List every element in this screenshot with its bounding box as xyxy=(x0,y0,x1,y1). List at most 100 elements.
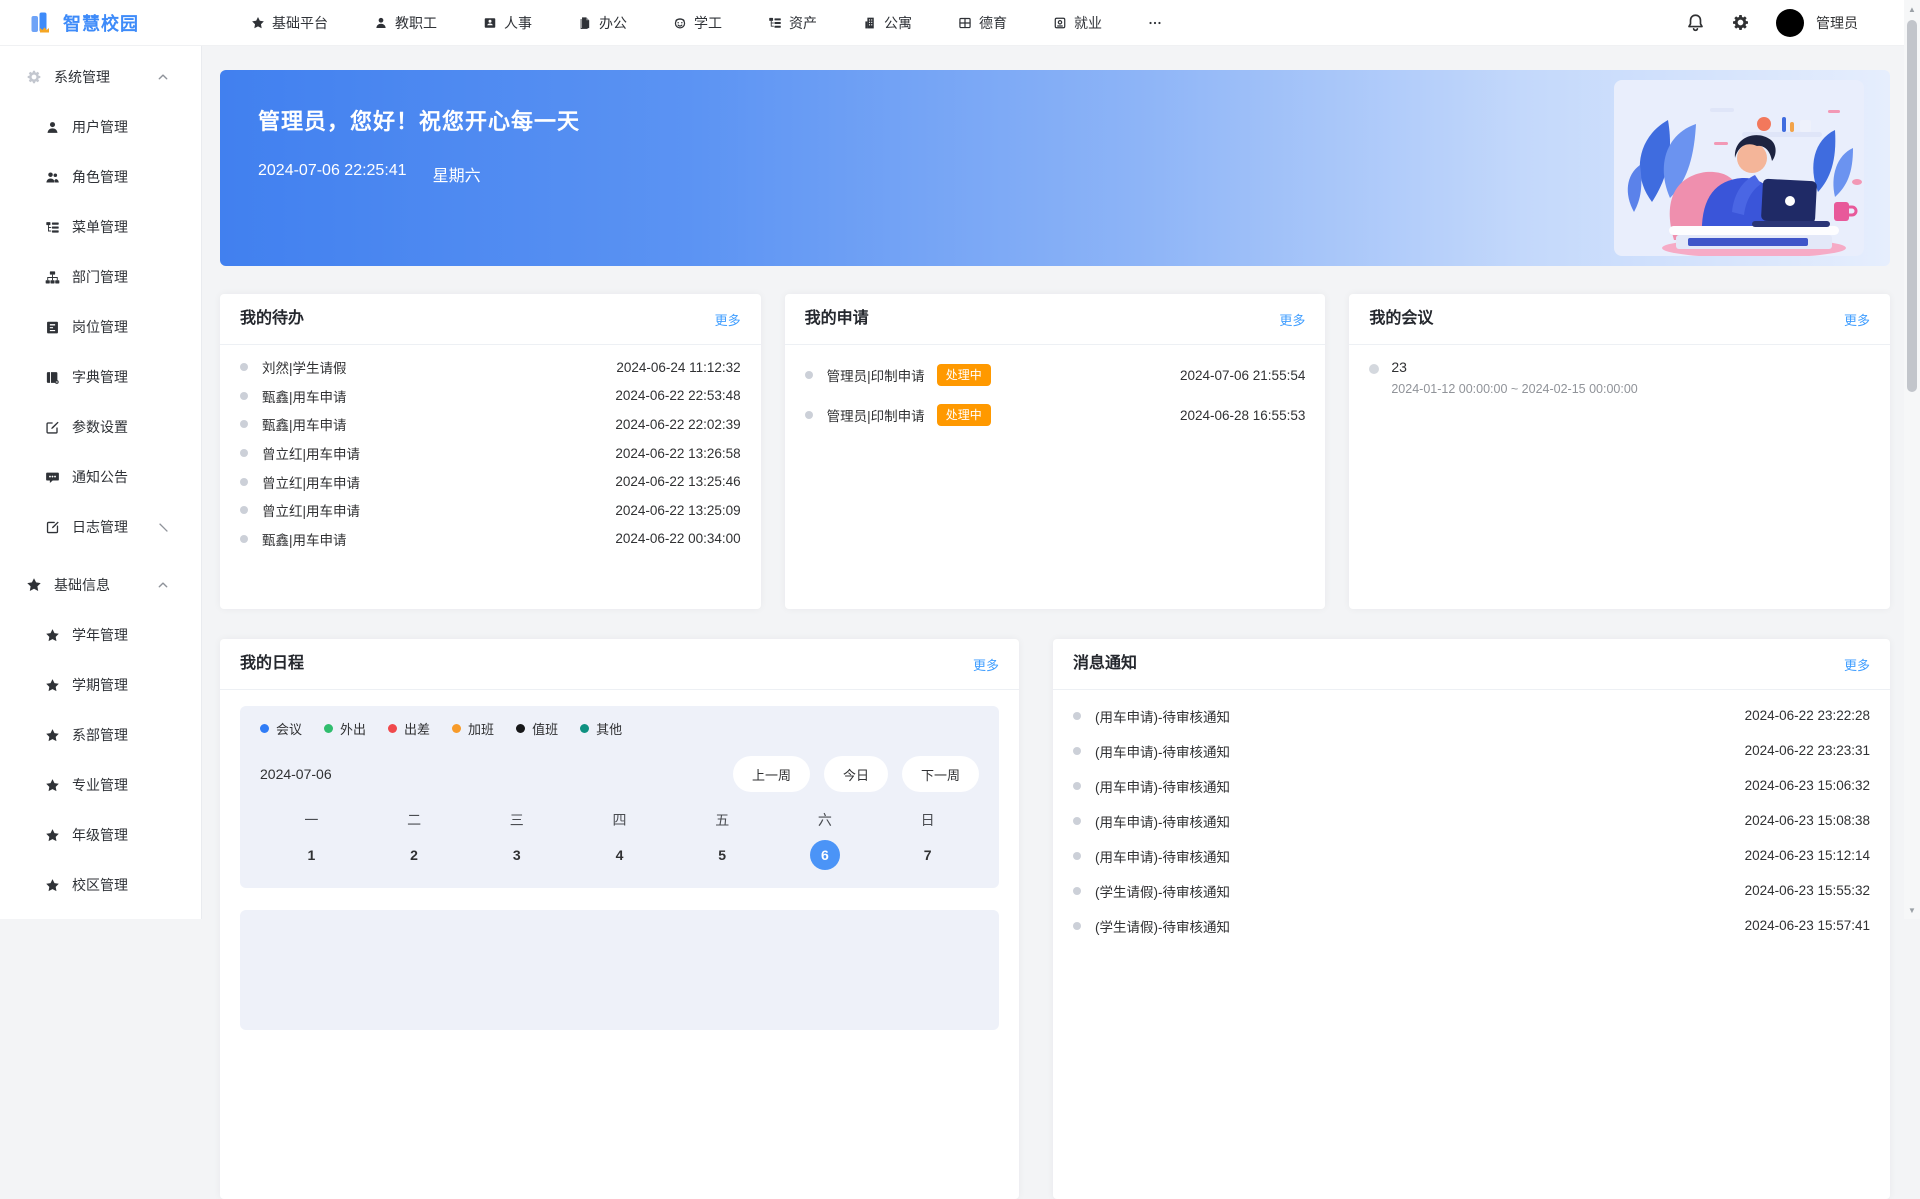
nav-item-公寓[interactable]: 公寓 xyxy=(840,0,935,46)
calendar-day[interactable]: 7 xyxy=(876,840,979,870)
nav-item-label: 人事 xyxy=(504,13,532,33)
username-label[interactable]: 管理员 xyxy=(1816,13,1858,33)
legend-item-会议: 会议 xyxy=(260,719,302,738)
apply-row[interactable]: 管理员|印制申请处理中2024-07-06 21:55:54 xyxy=(805,355,1306,395)
sidebar-item-通知公告[interactable]: 通知公告 xyxy=(0,452,201,502)
todo-row[interactable]: 甄鑫|用车申请 2024-06-22 22:02:39 xyxy=(240,410,741,439)
nav-item-德育[interactable]: 德育 xyxy=(935,0,1030,46)
sidebar-item-专业管理[interactable]: 专业管理 xyxy=(0,760,201,810)
nav-item-学工[interactable]: 学工 xyxy=(650,0,745,46)
sidebar-item-学年管理[interactable]: 学年管理 xyxy=(0,610,201,660)
todo-row[interactable]: 刘然|学生请假2024-06-24 11:12:32 xyxy=(240,353,741,382)
message-row[interactable]: (用车申请)-待审核通知2024-06-22 23:22:28 xyxy=(1073,698,1870,733)
message-time: 2024-06-23 15:55:32 xyxy=(1745,883,1870,898)
calendar-day[interactable]: 2 xyxy=(363,840,466,870)
sidebar-item-系部管理[interactable]: 系部管理 xyxy=(0,710,201,760)
star-icon xyxy=(45,878,60,893)
list-dot xyxy=(1369,364,1379,374)
nav-item-资产[interactable]: 资产 xyxy=(745,0,840,46)
todo-row[interactable]: 曾立红|用车申请2024-06-22 13:25:46 xyxy=(240,467,741,496)
nav-item-label: 学工 xyxy=(694,13,722,33)
list-dot xyxy=(1073,817,1081,825)
todo-row[interactable]: 甄鑫|用车申请2024-06-22 00:34:00 xyxy=(240,525,741,554)
sidebar-section-基础信息[interactable]: 基础信息 xyxy=(0,560,201,610)
calendar-day-active[interactable]: 6 xyxy=(774,840,877,870)
todo-time: 2024-06-22 00:34:00 xyxy=(615,531,740,546)
schedule-detail-panel xyxy=(240,910,999,1030)
sidebar-item-字典管理[interactable]: 字典管理 xyxy=(0,352,201,402)
calendar-day[interactable]: 3 xyxy=(465,840,568,870)
sidebar-item-角色管理[interactable]: 角色管理 xyxy=(0,152,201,202)
sidebar-item-部门管理[interactable]: 部门管理 xyxy=(0,252,201,302)
apply-card: 我的申请 更多 管理员|印制申请处理中2024-07-06 21:55:54管理… xyxy=(785,294,1326,609)
app-logo[interactable]: 智慧校园 xyxy=(28,10,198,36)
message-row[interactable]: (学生请假)-待审核通知 2024-06-23 15:55:32 xyxy=(1073,873,1870,908)
message-text: (用车申请)-待审核通知 xyxy=(1095,776,1230,796)
todo-row[interactable]: 曾立红|用车申请2024-06-22 13:25:09 xyxy=(240,496,741,525)
sidebar-item-年级管理[interactable]: 年级管理 xyxy=(0,810,201,860)
todo-row[interactable]: 甄鑫|用车申请2024-06-22 22:53:48 xyxy=(240,382,741,411)
message-row[interactable]: (学生请假)-待审核通知2024-06-23 15:57:41 xyxy=(1073,908,1870,943)
apply-more-link[interactable]: 更多 xyxy=(1279,310,1305,329)
nav-item-就业[interactable]: 就业 xyxy=(1030,0,1125,46)
message-row[interactable]: (用车申请)-待审核通知2024-06-23 15:06:32 xyxy=(1073,768,1870,803)
sidebar-item-参数设置[interactable]: 参数设置 xyxy=(0,402,201,452)
message-row[interactable]: (用车申请)-待审核通知2024-06-22 23:23:31 xyxy=(1073,733,1870,768)
sidebar-item-学期管理[interactable]: 学期管理 xyxy=(0,660,201,710)
meeting-row[interactable]: 232024-01-12 00:00:00 ~ 2024-02-15 00:00… xyxy=(1369,359,1870,396)
sidebar-item-label: 系部管理 xyxy=(72,725,128,745)
sidebar-item-菜单管理[interactable]: 菜单管理 xyxy=(0,202,201,252)
calendar-button-下一周[interactable]: 下一周 xyxy=(902,756,979,792)
calendar-weekday: 四 xyxy=(568,810,671,830)
list-dot xyxy=(240,420,248,428)
notification-bell-icon[interactable] xyxy=(1686,13,1705,32)
star-icon xyxy=(45,628,60,643)
scrollbar-down-arrow[interactable]: ▼ xyxy=(1904,903,1920,917)
scrollbar-thumb[interactable] xyxy=(1907,20,1917,392)
list-dot xyxy=(240,478,248,486)
todo-time: 2024-06-22 13:25:09 xyxy=(615,503,740,518)
user-avatar[interactable] xyxy=(1776,9,1804,37)
sidebar-item-岗位管理[interactable]: 岗位管理 xyxy=(0,302,201,352)
sidebar-item-日志管理[interactable]: 日志管理 xyxy=(0,502,201,552)
todo-more-link[interactable]: 更多 xyxy=(715,310,741,329)
message-text: (学生请假)-待审核通知 xyxy=(1095,881,1230,901)
calendar-button-今日[interactable]: 今日 xyxy=(824,756,888,792)
calendar-day[interactable]: 1 xyxy=(260,840,363,870)
legend-dot xyxy=(260,724,269,733)
schedule-more-link[interactable]: 更多 xyxy=(973,655,999,674)
message-row[interactable]: (用车申请)-待审核通知2024-06-23 15:08:38 xyxy=(1073,803,1870,838)
nav-item-more[interactable] xyxy=(1125,0,1185,46)
welcome-banner: 管理员，您好！祝您开心每一天 2024-07-06 22:25:41 星期六 xyxy=(220,70,1890,266)
todo-row[interactable]: 曾立红|用车申请2024-06-22 13:26:58 xyxy=(240,439,741,468)
calendar-day[interactable]: 5 xyxy=(671,840,774,870)
nav-item-办公[interactable]: 办公 xyxy=(555,0,650,46)
apply-row[interactable]: 管理员|印制申请处理中2024-06-28 16:55:53 xyxy=(805,395,1306,435)
calendar-day[interactable]: 4 xyxy=(568,840,671,870)
todo-time: 2024-06-22 22:02:39 xyxy=(615,417,740,432)
settings-gear-icon[interactable] xyxy=(1731,13,1750,32)
nav-item-人事[interactable]: 人事 xyxy=(460,0,555,46)
meeting-more-link[interactable]: 更多 xyxy=(1844,310,1870,329)
sidebar-section-系统管理[interactable]: 系统管理 xyxy=(0,52,201,102)
sidebar-item-校区管理[interactable]: 校区管理 xyxy=(0,860,201,910)
message-time: 2024-06-22 23:22:28 xyxy=(1745,708,1870,723)
scrollbar-up-arrow[interactable]: ▲ xyxy=(1904,2,1920,16)
nav-item-label: 德育 xyxy=(979,13,1007,33)
sidebar-section-label: 系统管理 xyxy=(54,67,110,87)
message-more-link[interactable]: 更多 xyxy=(1844,655,1870,674)
legend-item-其他: 其他 xyxy=(580,719,622,738)
sidebar-item-用户管理[interactable]: 用户管理 xyxy=(0,102,201,152)
sidebar-item-label: 学年管理 xyxy=(72,625,128,645)
star-icon xyxy=(45,778,60,793)
todo-text: 甄鑫|用车申请 xyxy=(262,414,347,434)
calendar-button-上一周[interactable]: 上一周 xyxy=(733,756,810,792)
nav-item-基础平台[interactable]: 基础平台 xyxy=(228,0,351,46)
nav-item-教职工[interactable]: 教职工 xyxy=(351,0,460,46)
page-scrollbar[interactable]: ▲ ▼ xyxy=(1904,0,1920,919)
message-row[interactable]: (用车申请)-待审核通知2024-06-23 15:12:14 xyxy=(1073,838,1870,873)
sidebar-item-label: 岗位管理 xyxy=(72,317,128,337)
apply-card-header: 我的申请 更多 xyxy=(785,294,1326,345)
calendar-day-number: 6 xyxy=(810,840,840,870)
list-dot xyxy=(240,363,248,371)
